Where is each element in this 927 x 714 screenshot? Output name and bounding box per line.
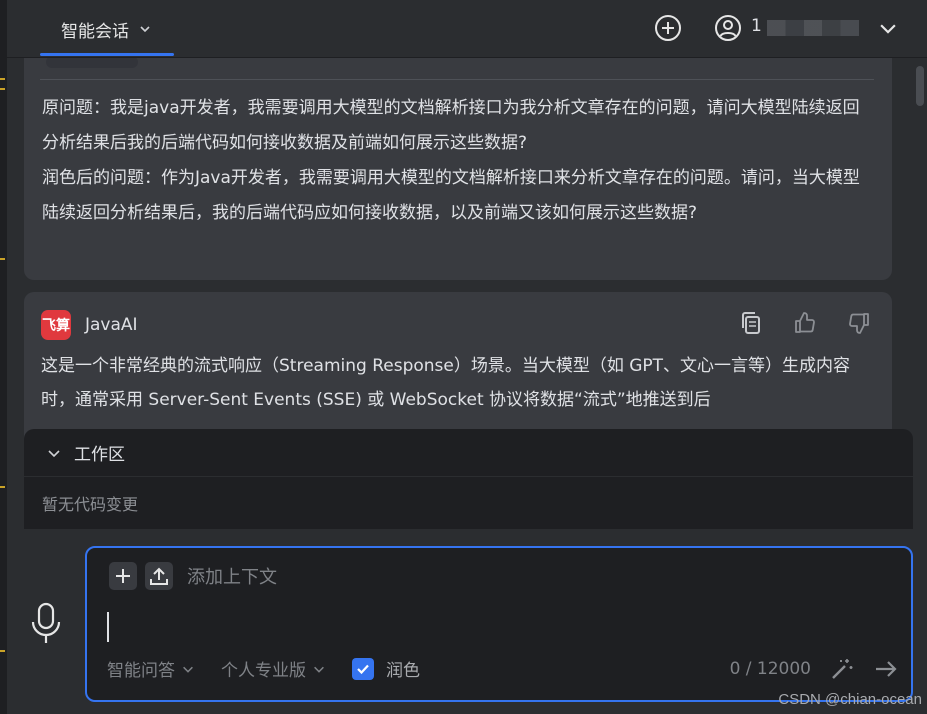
user-id-redacted (767, 20, 859, 36)
user-icon (715, 15, 741, 41)
polish-checkbox[interactable] (352, 657, 374, 680)
new-chat-button[interactable] (653, 13, 683, 43)
edition-select[interactable]: 个人专业版 (221, 656, 326, 681)
divider (40, 79, 874, 80)
workspace-empty-text: 暂无代码变更 (42, 495, 139, 514)
input-area: 添加上下文 智能问答 个人专业版 润色 0 / 12000 (7, 530, 927, 714)
workspace-panel: 工作区 暂无代码变更 (24, 429, 913, 529)
char-counter: 0 / 12000 (729, 659, 811, 679)
chevron-down-icon (183, 666, 193, 673)
polish-label[interactable]: 润色 (386, 656, 420, 681)
magic-wand-button[interactable] (829, 656, 855, 682)
tab-label: 智能会话 (61, 21, 129, 42)
user-account-button[interactable] (713, 13, 743, 43)
chevron-down-icon (140, 26, 150, 33)
original-question: 原问题：我是java开发者，我需要调用大模型的文档解析接口为我分析文章存在的问题… (42, 98, 860, 153)
copy-button[interactable] (736, 308, 766, 338)
copy-icon (742, 312, 760, 334)
add-context-placeholder[interactable]: 添加上下文 (187, 563, 277, 589)
answer-text: 这是一个非常经典的流式响应（Streaming Response）场景。当大模型… (41, 356, 851, 410)
bot-name: JavaAI (85, 315, 138, 335)
dislike-button[interactable] (844, 308, 874, 338)
bot-logo: 飞算 (41, 310, 71, 340)
gutter-mark (0, 78, 5, 80)
gutter-mark (0, 88, 5, 90)
mode-select[interactable]: 智能问答 (107, 656, 195, 681)
upload-button[interactable] (145, 562, 173, 590)
card-tab-stub (46, 58, 138, 68)
user-question-card: 原问题：我是java开发者，我需要调用大模型的文档解析接口为我分析文章存在的问题… (24, 58, 892, 280)
mode-select-label: 智能问答 (107, 661, 175, 681)
chevron-down-icon (314, 666, 324, 673)
send-button[interactable] (873, 656, 899, 682)
magic-wand-icon (832, 659, 853, 679)
editor-gutter (0, 0, 7, 714)
gutter-mark (0, 258, 5, 260)
gutter-mark (0, 650, 5, 652)
voice-input-button[interactable] (29, 602, 63, 646)
send-arrow-icon (876, 661, 897, 677)
chat-header: 智能会话 1 (7, 0, 927, 58)
like-button[interactable] (790, 308, 820, 338)
watermark: CSDN @chian-ocean (778, 691, 922, 708)
question-text: 原问题：我是java开发者，我需要调用大模型的文档解析接口为我分析文章存在的问题… (42, 91, 872, 231)
edition-select-label: 个人专业版 (221, 661, 306, 681)
account-dropdown-button[interactable] (873, 13, 903, 43)
text-caret (107, 612, 109, 642)
chat-input-box[interactable]: 添加上下文 智能问答 个人专业版 润色 0 / 12000 (85, 546, 913, 702)
check-icon (357, 664, 369, 674)
workspace-header[interactable]: 工作区 (24, 429, 913, 477)
thumbs-up-icon (795, 312, 815, 333)
thumbs-down-icon (849, 313, 869, 334)
plus-circle-icon (655, 15, 681, 41)
chevron-down-icon (880, 24, 896, 34)
add-context-button[interactable] (109, 562, 137, 590)
workspace-title: 工作区 (74, 445, 125, 465)
upload-icon (150, 567, 168, 585)
gutter-mark (0, 486, 5, 488)
scrollbar-thumb[interactable] (916, 66, 924, 106)
microphone-icon (31, 602, 61, 643)
polished-question: 润色后的问题：作为Java开发者，我需要调用大模型的文档解析接口来分析文章存在的… (42, 168, 860, 223)
plus-icon (116, 569, 130, 583)
chevron-down-icon (48, 449, 60, 457)
user-id-text: 1 (751, 16, 762, 36)
tab-smart-chat[interactable]: 智能会话 (40, 0, 174, 58)
